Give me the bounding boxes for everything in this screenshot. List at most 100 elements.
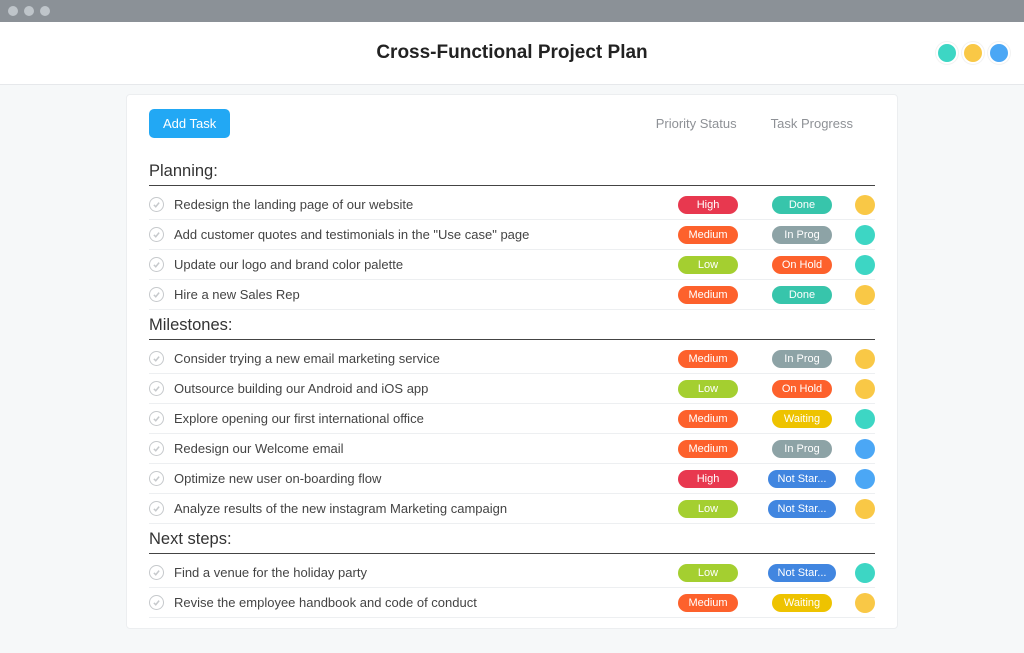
- task-title: Consider trying a new email marketing se…: [174, 351, 671, 366]
- assignee-avatar[interactable]: [855, 285, 875, 305]
- priority-cell[interactable]: Medium: [671, 594, 745, 612]
- task-row[interactable]: Revise the employee handbook and code of…: [149, 588, 875, 618]
- task-title: Explore opening our first international …: [174, 411, 671, 426]
- check-icon[interactable]: [149, 471, 164, 486]
- assignee-avatar[interactable]: [855, 379, 875, 399]
- task-title: Outsource building our Android and iOS a…: [174, 381, 671, 396]
- check-icon[interactable]: [149, 565, 164, 580]
- progress-cell[interactable]: In Prog: [765, 350, 839, 368]
- assignee-avatar[interactable]: [855, 409, 875, 429]
- check-icon[interactable]: [149, 257, 164, 272]
- priority-cell[interactable]: Medium: [671, 286, 745, 304]
- header-avatars: [936, 42, 1010, 64]
- section-title: Planning:: [149, 156, 875, 186]
- priority-cell[interactable]: Medium: [671, 410, 745, 428]
- progress-pill: On Hold: [772, 256, 832, 274]
- page-title: Cross-Functional Project Plan: [376, 42, 647, 64]
- task-title: Update our logo and brand color palette: [174, 257, 671, 272]
- progress-cell[interactable]: In Prog: [765, 226, 839, 244]
- progress-cell[interactable]: On Hold: [765, 380, 839, 398]
- section: Planning: Redesign the landing page of ou…: [127, 156, 897, 310]
- task-title: Revise the employee handbook and code of…: [174, 595, 671, 610]
- check-icon[interactable]: [149, 287, 164, 302]
- priority-pill: High: [678, 470, 738, 488]
- task-row[interactable]: Consider trying a new email marketing se…: [149, 344, 875, 374]
- check-icon[interactable]: [149, 411, 164, 426]
- task-row[interactable]: Hire a new Sales RepMediumDone: [149, 280, 875, 310]
- progress-pill: In Prog: [772, 440, 832, 458]
- task-row[interactable]: Optimize new user on-boarding flow High No…: [149, 464, 875, 494]
- priority-pill: Low: [678, 380, 738, 398]
- assignee-avatar[interactable]: [855, 439, 875, 459]
- progress-pill: Done: [772, 196, 832, 214]
- check-icon[interactable]: [149, 197, 164, 212]
- priority-pill: Low: [678, 256, 738, 274]
- progress-pill: In Prog: [772, 350, 832, 368]
- page-body: Add Task Priority Status Task Progress P…: [0, 85, 1024, 629]
- window-close-dot[interactable]: [8, 6, 18, 16]
- priority-cell[interactable]: High: [671, 470, 745, 488]
- priority-cell[interactable]: Medium: [671, 226, 745, 244]
- task-row[interactable]: Redesign our Welcome emailMediumIn Prog: [149, 434, 875, 464]
- task-title: Optimize new user on-boarding flow: [174, 471, 671, 486]
- progress-cell[interactable]: In Prog: [765, 440, 839, 458]
- progress-cell[interactable]: Waiting: [765, 594, 839, 612]
- task-title: Redesign the landing page of our website: [174, 197, 671, 212]
- priority-pill: Medium: [678, 226, 738, 244]
- priority-pill: Low: [678, 500, 738, 518]
- progress-pill: Waiting: [772, 410, 832, 428]
- priority-cell[interactable]: High: [671, 196, 745, 214]
- window-max-dot[interactable]: [40, 6, 50, 16]
- progress-cell[interactable]: Done: [765, 286, 839, 304]
- task-row[interactable]: Outsource building our Android and iOS a…: [149, 374, 875, 404]
- progress-cell[interactable]: Waiting: [765, 410, 839, 428]
- check-icon[interactable]: [149, 441, 164, 456]
- check-icon[interactable]: [149, 501, 164, 516]
- priority-pill: Medium: [678, 440, 738, 458]
- assignee-avatar[interactable]: [855, 349, 875, 369]
- progress-pill: Not Star...: [768, 500, 837, 518]
- check-icon[interactable]: [149, 227, 164, 242]
- assignee-avatar[interactable]: [855, 563, 875, 583]
- progress-cell[interactable]: Not Star...: [765, 470, 839, 488]
- priority-cell[interactable]: Low: [671, 256, 745, 274]
- progress-cell[interactable]: Done: [765, 196, 839, 214]
- progress-cell[interactable]: Not Star...: [765, 564, 839, 582]
- task-row[interactable]: Explore opening our first international …: [149, 404, 875, 434]
- window-min-dot[interactable]: [24, 6, 34, 16]
- check-icon[interactable]: [149, 351, 164, 366]
- priority-cell[interactable]: Medium: [671, 440, 745, 458]
- priority-cell[interactable]: Low: [671, 500, 745, 518]
- priority-pill: Medium: [678, 594, 738, 612]
- assignee-avatar[interactable]: [855, 255, 875, 275]
- avatar[interactable]: [988, 42, 1010, 64]
- task-title: Analyze results of the new instagram Mar…: [174, 501, 671, 516]
- check-icon[interactable]: [149, 595, 164, 610]
- check-icon[interactable]: [149, 381, 164, 396]
- assignee-avatar[interactable]: [855, 499, 875, 519]
- priority-cell[interactable]: Low: [671, 564, 745, 582]
- assignee-avatar[interactable]: [855, 593, 875, 613]
- task-row[interactable]: Find a venue for the holiday partyLow Not…: [149, 558, 875, 588]
- priority-pill: High: [678, 196, 738, 214]
- progress-pill: On Hold: [772, 380, 832, 398]
- assignee-avatar[interactable]: [855, 195, 875, 215]
- progress-cell[interactable]: On Hold: [765, 256, 839, 274]
- progress-pill: Waiting: [772, 594, 832, 612]
- window-titlebar: [0, 0, 1024, 22]
- task-row[interactable]: Analyze results of the new instagram Mar…: [149, 494, 875, 524]
- priority-pill: Medium: [678, 350, 738, 368]
- task-row[interactable]: Redesign the landing page of our website…: [149, 190, 875, 220]
- task-title: Find a venue for the holiday party: [174, 565, 671, 580]
- assignee-avatar[interactable]: [855, 225, 875, 245]
- priority-cell[interactable]: Medium: [671, 350, 745, 368]
- avatar[interactable]: [936, 42, 958, 64]
- assignee-avatar[interactable]: [855, 469, 875, 489]
- add-task-button[interactable]: Add Task: [149, 109, 230, 138]
- task-row[interactable]: Update our logo and brand color palette L…: [149, 250, 875, 280]
- col-progress-header: Task Progress: [771, 116, 853, 131]
- task-row[interactable]: Add customer quotes and testimonials in …: [149, 220, 875, 250]
- avatar[interactable]: [962, 42, 984, 64]
- priority-cell[interactable]: Low: [671, 380, 745, 398]
- progress-cell[interactable]: Not Star...: [765, 500, 839, 518]
